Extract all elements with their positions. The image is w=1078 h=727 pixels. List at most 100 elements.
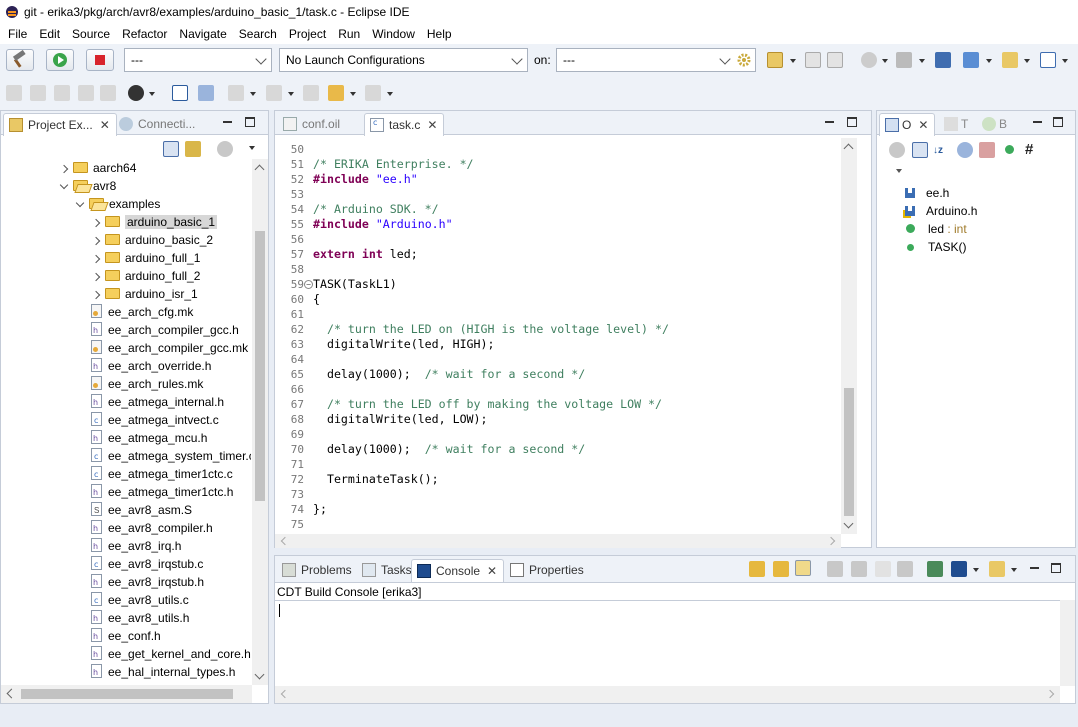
console-vertical-scrollbar[interactable] [1060, 600, 1075, 686]
hide-static-icon[interactable] [979, 142, 995, 158]
view-menu-icon[interactable] [249, 146, 255, 150]
tree-item[interactable]: ee_arch_compiler_gcc.mk [91, 339, 248, 357]
filter-icon[interactable] [889, 142, 905, 158]
down-arrow-icon[interactable] [749, 561, 765, 577]
dropdown-arrow-icon[interactable] [288, 92, 294, 96]
build-button[interactable] [6, 49, 34, 71]
tree-item[interactable]: ee_avr8_irq.h [91, 537, 181, 556]
new-project-icon[interactable] [963, 52, 979, 68]
dropdown-arrow-icon[interactable] [790, 59, 796, 63]
view-menu-icon[interactable] [896, 169, 902, 173]
tab-type-hierarchy[interactable]: T [939, 113, 974, 135]
terminal-icon[interactable] [172, 85, 188, 101]
forward-arrow-icon[interactable] [365, 85, 381, 101]
save-icon[interactable] [805, 52, 821, 68]
chevron-right-icon[interactable] [91, 272, 101, 282]
console-output[interactable] [275, 600, 1060, 686]
tree-item[interactable]: avr8 [59, 177, 116, 195]
tab-project-explorer[interactable]: Project Ex... ✕ [3, 113, 117, 136]
tree-item[interactable]: ee_hal_internal_types.h [91, 663, 235, 682]
word-wrap-icon[interactable] [78, 85, 94, 101]
filter-icon[interactable] [217, 141, 233, 157]
minimize-icon[interactable] [825, 121, 834, 123]
dropdown-arrow-icon[interactable] [986, 59, 992, 63]
chevron-right-icon[interactable] [91, 218, 101, 228]
lock-icon[interactable] [851, 561, 867, 577]
tree-item[interactable]: ee_avr8_utils.h [91, 609, 189, 628]
tree-item[interactable]: ee_atmega_system_timer.c [91, 447, 251, 466]
tree-item[interactable]: ee_arch_rules.mk [91, 375, 203, 393]
whitespace-icon[interactable] [100, 85, 116, 101]
chevron-right-icon[interactable] [91, 290, 101, 300]
close-icon[interactable]: ✕ [487, 564, 497, 578]
tab-tasks[interactable]: Tasks [357, 559, 418, 581]
tree-item[interactable]: ee_avr8_utils.c [91, 591, 189, 610]
close-icon[interactable]: ✕ [100, 118, 110, 132]
menu-window[interactable]: Window [366, 27, 421, 41]
edit-icon[interactable] [6, 85, 22, 101]
minimize-icon[interactable] [1033, 121, 1042, 123]
chevron-right-icon[interactable] [59, 164, 69, 174]
maximize-icon[interactable] [847, 117, 857, 127]
menu-file[interactable]: File [2, 27, 33, 41]
scroll-thumb[interactable] [844, 388, 854, 516]
launch-config-select[interactable]: No Launch Configurations [279, 48, 528, 72]
menu-help[interactable]: Help [421, 27, 458, 41]
tree-item[interactable]: ee_arch_compiler_gcc.h [91, 321, 239, 340]
scroll-left-icon[interactable] [280, 536, 290, 546]
chevron-right-icon[interactable] [91, 254, 101, 264]
next-annotation-icon[interactable] [228, 85, 244, 101]
build-tool-icon[interactable] [896, 52, 912, 68]
menu-refactor[interactable]: Refactor [116, 27, 173, 41]
tab-build-targets[interactable]: B [977, 113, 1013, 135]
new-class-icon[interactable] [1040, 52, 1056, 68]
menu-run[interactable]: Run [332, 27, 366, 41]
stop-button[interactable] [86, 49, 114, 71]
launch-target-select[interactable]: --- [556, 48, 756, 72]
sort-az-icon[interactable]: ↓z [933, 142, 949, 158]
minimize-icon[interactable] [223, 121, 232, 123]
menu-source[interactable]: Source [66, 27, 116, 41]
hide-non-public-icon[interactable] [1005, 145, 1014, 154]
last-edit-icon[interactable] [303, 85, 319, 101]
dropdown-arrow-icon[interactable] [973, 568, 979, 572]
outline-item[interactable]: Arduino.h [905, 202, 977, 220]
scroll-thumb[interactable] [21, 689, 233, 699]
tree-item[interactable]: ee_atmega_internal.h [91, 393, 224, 412]
tree-item[interactable]: ee_atmega_mcu.h [91, 429, 207, 448]
dropdown-arrow-icon[interactable] [919, 59, 925, 63]
tab-console[interactable]: Console ✕ [411, 559, 505, 582]
tree-item[interactable]: ee_atmega_timer1ctc.c [91, 465, 233, 484]
tree-item[interactable]: ee_arch_cfg.mk [91, 303, 193, 321]
scroll-down-icon[interactable] [254, 669, 265, 680]
editor-horizontal-scrollbar[interactable] [275, 534, 841, 548]
open-console-icon[interactable] [989, 561, 1005, 577]
tree-item[interactable]: ee_avr8_asm.S [91, 501, 192, 520]
tree-item[interactable]: aarch64 [59, 159, 136, 177]
link-with-editor-icon[interactable] [185, 141, 201, 157]
collapse-all-icon[interactable] [163, 141, 179, 157]
menu-edit[interactable]: Edit [33, 27, 66, 41]
scroll-left-icon[interactable] [280, 689, 290, 699]
clear-console-icon[interactable] [897, 561, 913, 577]
outline-item[interactable]: ee.h [905, 184, 949, 202]
dropdown-arrow-icon[interactable] [350, 92, 356, 96]
run-button[interactable] [46, 49, 74, 71]
binary-icon[interactable] [935, 52, 951, 68]
outline-item[interactable]: led : int [905, 220, 967, 238]
display-console-icon[interactable] [951, 561, 967, 577]
collapse-all-icon[interactable] [912, 142, 928, 158]
tree-item[interactable]: ee_atmega_timer1ctc.h [91, 483, 233, 502]
tree-item[interactable]: ee_arch_override.h [91, 357, 211, 376]
dropdown-arrow-icon[interactable] [1024, 59, 1030, 63]
chevron-down-icon[interactable] [75, 198, 85, 208]
console-horizontal-scrollbar[interactable] [275, 686, 1060, 703]
dropdown-arrow-icon[interactable] [1011, 568, 1017, 572]
toggle-block-icon[interactable] [54, 85, 70, 101]
tree-item[interactable]: ee_avr8_compiler.h [91, 519, 213, 538]
new-folder-icon[interactable] [767, 52, 783, 68]
menu-search[interactable]: Search [233, 27, 283, 41]
previous-annotation-icon[interactable] [266, 85, 282, 101]
maximize-icon[interactable] [1053, 117, 1063, 127]
launch-mode-select[interactable]: --- [124, 48, 272, 72]
